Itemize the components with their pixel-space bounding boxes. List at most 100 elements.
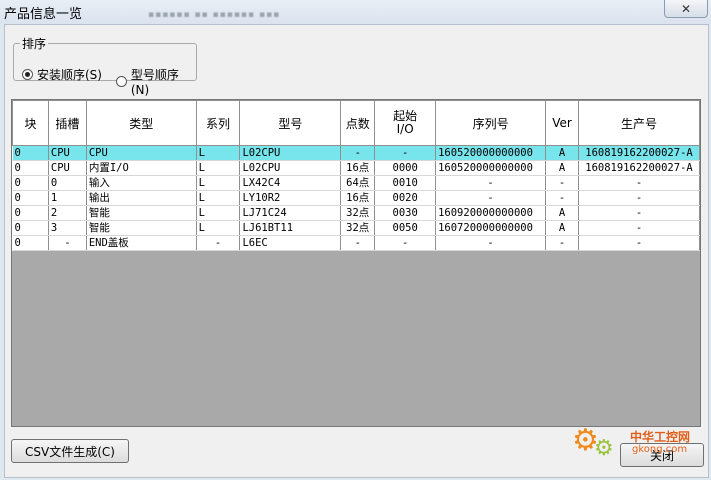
cell-model: LJ61BT11: [239, 220, 342, 236]
radio-model-order-label: 型号顺序(N): [130, 68, 179, 97]
cell-ver: -: [545, 235, 579, 251]
header-slot[interactable]: 插槽: [47, 100, 87, 146]
header-ver[interactable]: Ver: [545, 100, 579, 146]
cell-serial: -: [435, 235, 547, 251]
cell-model: L02CPU: [239, 145, 342, 161]
title-ghost-text: ▪▪▪▪▪▪ ▪▪ ▪▪▪▪▪▪ ▪▪▪: [148, 10, 281, 20]
cell-production-no: 160819162200027-A: [578, 145, 701, 161]
cell-ver: -: [545, 190, 579, 206]
cell-slot: -: [48, 235, 87, 251]
cell-production-no: -: [578, 220, 701, 236]
cell-series: L: [196, 145, 241, 161]
cell-production-no: -: [578, 235, 701, 251]
cell-type: 输出: [86, 190, 197, 206]
cell-ver: -: [545, 175, 579, 191]
table-row[interactable]: 0 0 输入 L LX42C4 64点 0010- - -: [12, 175, 701, 191]
gear-small-icon: ⚙: [594, 436, 614, 461]
header-model[interactable]: 型号: [239, 100, 342, 146]
cell-start-io: 0000: [374, 160, 437, 176]
cell-model: LJ71C24: [239, 205, 342, 221]
cell-model: LX42C4: [239, 175, 342, 191]
header-series[interactable]: 系列: [195, 100, 241, 146]
table-row[interactable]: 0 3 智能 L LJ61BT11 32点 0050 160720000000000 A -: [12, 220, 701, 236]
cell-points: 64点: [340, 175, 376, 191]
header-production-no[interactable]: 生产号: [577, 100, 701, 146]
header-type[interactable]: 类型: [85, 100, 197, 146]
cell-block: 0: [12, 190, 49, 206]
cell-ver: A: [545, 145, 579, 161]
header-points[interactable]: 点数: [340, 100, 376, 146]
cell-block: 0: [12, 145, 49, 161]
cell-points: 32点: [340, 205, 376, 221]
cell-points: -: [340, 235, 376, 251]
cell-model: LY10R2: [239, 190, 342, 206]
cell-start-io: -: [374, 145, 437, 161]
header-serial[interactable]: 序列号: [435, 100, 547, 146]
cell-serial: 160520000000000: [435, 160, 547, 176]
window-close-button[interactable]: ✕: [664, 0, 708, 18]
cell-serial: 160920000000000: [435, 205, 547, 221]
cell-block: 0: [12, 175, 49, 191]
close-icon: ✕: [680, 1, 692, 16]
cell-series: L: [196, 205, 241, 221]
cell-model: L02CPU: [239, 160, 342, 176]
product-table-area[interactable]: 块 插槽 类型 系列 型号 点数 起始 I/O 序列号 Ver 生产号 0 CPU…: [11, 99, 701, 427]
watermark-site: gkong.com: [632, 444, 688, 455]
cell-ver: A: [545, 220, 579, 236]
product-table: 块 插槽 类型 系列 型号 点数 起始 I/O 序列号 Ver 生产号 0 CPU…: [12, 100, 701, 251]
cell-block: 0: [12, 235, 49, 251]
cell-block: 0: [12, 220, 49, 236]
radio-dot-checked[interactable]: [22, 69, 33, 80]
sort-legend: 排序: [22, 37, 47, 51]
cell-serial: -: [435, 175, 547, 191]
radio-model-order[interactable]: 型号顺序(N): [116, 66, 196, 97]
cell-start-io: -: [374, 235, 437, 251]
table-header-row: 块 插槽 类型 系列 型号 点数 起始 I/O 序列号 Ver 生产号: [12, 100, 701, 146]
cell-production-no: -: [578, 190, 701, 206]
window-title: 产品信息一览: [4, 7, 83, 22]
cell-points: 32点: [340, 220, 376, 236]
cell-type: 智能: [86, 205, 197, 221]
cell-slot: CPU: [48, 160, 87, 176]
table-row[interactable]: 0 CPU CPU L L02CPU - -160520000000000 A 16081916…: [12, 145, 701, 161]
cell-type: CPU: [86, 145, 197, 161]
cell-type: 输入: [86, 175, 197, 191]
watermark-text: 中华工控网: [630, 430, 691, 444]
cell-production-no: -: [578, 205, 701, 221]
cell-model: L6EC: [239, 235, 342, 251]
cell-block: 0: [12, 160, 49, 176]
cell-slot: 3: [48, 220, 87, 236]
table-row[interactable]: 0 CPU 内置I/O L L02CPU 16点 0000 160520000000000 A 1…: [12, 160, 701, 176]
cell-slot: 1: [48, 190, 87, 206]
cell-start-io: 0010: [374, 175, 437, 191]
radio-install-order[interactable]: 安装顺序(S): [22, 66, 102, 83]
cell-series: L: [196, 175, 241, 191]
table-row[interactable]: 0 2 智能 L LJ71C24 32点 0030 160920000000000 A -: [12, 205, 701, 221]
cell-start-io: 0020: [374, 190, 437, 206]
cell-points: 16点: [340, 190, 376, 206]
radio-dot-unchecked[interactable]: [116, 76, 127, 87]
cell-series: L: [196, 160, 241, 176]
cell-start-io: 0050: [374, 220, 437, 236]
title-bar: 产品信息一览 ▪▪▪▪▪▪ ▪▪ ▪▪▪▪▪▪ ▪▪▪ ✕: [0, 0, 711, 24]
cell-production-no: 160819162200027-A: [578, 160, 701, 176]
cell-serial: 160520000000000: [435, 145, 547, 161]
table-row[interactable]: 0 1 输出 L LY10R2 16点 0020- - -: [12, 190, 701, 206]
cell-series: -: [196, 235, 241, 251]
watermark: ⚙ ⚙ 中华工控网 gkong.com: [572, 424, 700, 464]
table-body: 0 CPU CPU L L02CPU - -160520000000000 A 16081916…: [12, 145, 701, 251]
csv-generate-button[interactable]: CSV文件生成(C): [11, 439, 129, 463]
cell-type: 智能: [86, 220, 197, 236]
table-row[interactable]: 0- END盖板 - L6EC - - - - -: [12, 235, 701, 251]
cell-block: 0: [12, 205, 49, 221]
cell-slot: CPU: [48, 145, 87, 161]
cell-series: L: [196, 190, 241, 206]
cell-series: L: [196, 220, 241, 236]
cell-ver: A: [545, 160, 579, 176]
header-block[interactable]: 块: [12, 100, 49, 146]
header-start-io[interactable]: 起始 I/O: [374, 100, 437, 146]
cell-points: 16点: [340, 160, 376, 176]
cell-serial: -: [435, 190, 547, 206]
sort-group: 排序 安装顺序(S) 型号顺序(N): [13, 35, 197, 97]
cell-points: -: [340, 145, 376, 161]
